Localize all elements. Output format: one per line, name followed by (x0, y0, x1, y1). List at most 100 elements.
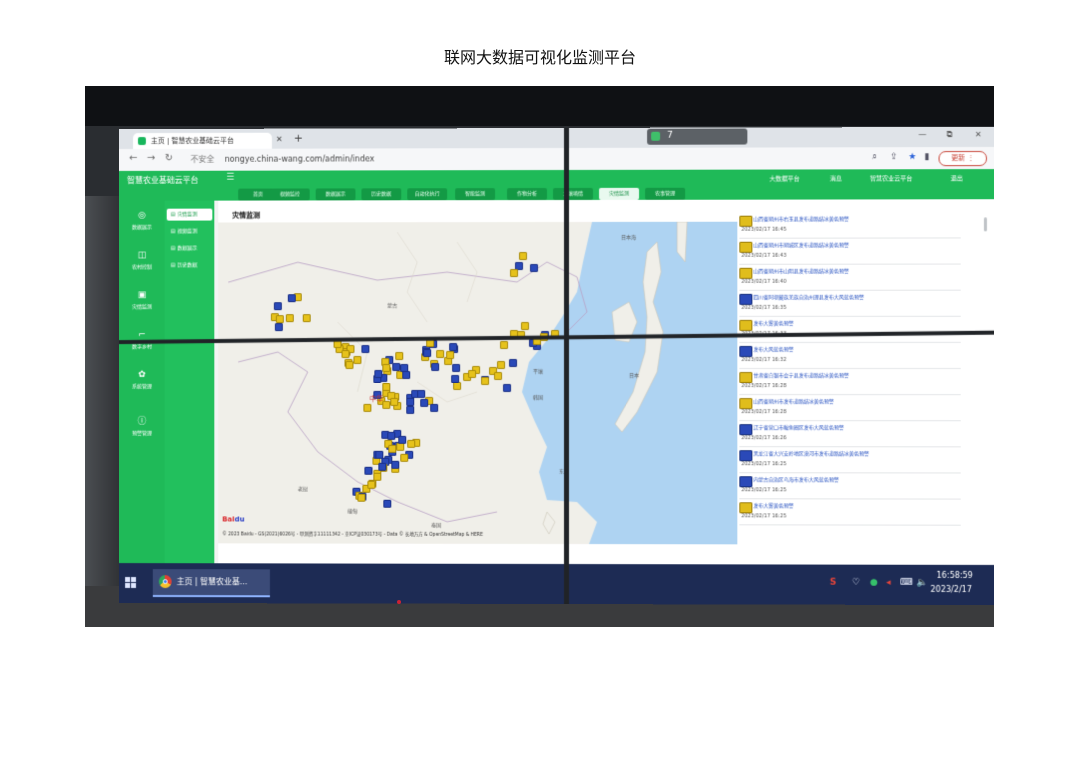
nav-tab-4[interactable]: 自动化执行 (407, 188, 448, 201)
new-tab-button[interactable]: + (294, 132, 303, 145)
warning-marker[interactable] (452, 381, 461, 390)
warning-marker[interactable] (361, 345, 370, 354)
update-button[interactable]: 更新 ⋮ (938, 150, 987, 167)
warning-marker[interactable] (436, 349, 445, 358)
warning-marker[interactable] (423, 349, 432, 358)
close-tab-icon[interactable]: ✕ (276, 135, 283, 144)
warning-marker[interactable] (401, 371, 410, 380)
reload-icon[interactable]: ↻ (165, 153, 173, 164)
nav-tab-8[interactable]: 灾情监测 (599, 187, 640, 200)
sidebar-item-1[interactable]: ◫ 农村控制 (119, 250, 165, 271)
warning-marker[interactable] (345, 360, 354, 369)
warning-marker[interactable] (480, 376, 489, 385)
tray-input-method-icon[interactable]: S (830, 578, 837, 588)
alert-item[interactable]: 四川省阿坝藏族羌族自治州理县发布大风蓝色预警 2023/02/17 16:35 (739, 291, 961, 317)
tray-volume-icon[interactable]: 🔈 (916, 578, 927, 588)
url-field[interactable]: 不安全 nongye.china-wang.com/admin/index (191, 151, 830, 166)
warning-marker[interactable] (519, 252, 528, 261)
warning-marker[interactable] (364, 467, 373, 476)
warning-marker[interactable] (362, 404, 371, 413)
tray-keyboard-icon[interactable]: ⌨ (900, 578, 913, 588)
alert-item[interactable]: 黑龙江省大兴安岭地区漠河市发布道路结冰黄色预警 2023/02/17 16:25 (739, 448, 961, 474)
tray-shield-icon[interactable]: ♡ (852, 578, 860, 588)
warning-marker[interactable] (509, 269, 518, 278)
submenu-item-3[interactable]: ▤ 历史数据 (167, 259, 213, 271)
warning-marker[interactable] (353, 355, 362, 364)
browser-tab[interactable]: 主页 | 智慧农业基础云平台 (133, 132, 272, 150)
warning-marker[interactable] (468, 369, 477, 378)
share-icon[interactable]: ⇪ (890, 152, 898, 162)
header-link-platform[interactable]: 智慧农业云平台 (870, 173, 912, 182)
warning-marker[interactable] (375, 451, 384, 460)
alert-item[interactable]: 辽宁省营口市鲅鱼圈区发布大风蓝色预警 2023/02/17 16:26 (739, 422, 961, 448)
nav-tab-5[interactable]: 智能监测 (455, 188, 496, 201)
nav-tab-7[interactable]: 土壤墒情 (553, 187, 594, 201)
taskbar-browser-app[interactable]: 主页 | 智慧农业基... (152, 569, 270, 598)
alert-list-scrollbar[interactable] (983, 217, 987, 232)
warning-marker[interactable] (452, 363, 461, 372)
tray-arrow-icon[interactable]: ◂ (886, 578, 891, 588)
sidebar-item-0[interactable]: ◎ 数据展示 (119, 211, 165, 231)
forward-icon[interactable]: → (147, 153, 155, 164)
nav-tab-2[interactable]: 数据展示 (315, 188, 356, 201)
restore-button[interactable]: ⧉ (947, 130, 953, 140)
warning-marker[interactable] (400, 453, 409, 462)
warning-marker[interactable] (420, 399, 429, 408)
windows-start-icon[interactable] (125, 577, 136, 588)
warning-marker[interactable] (395, 352, 404, 361)
warning-marker[interactable] (497, 361, 506, 370)
warning-marker[interactable] (448, 342, 457, 351)
warning-marker[interactable] (341, 350, 350, 359)
warning-marker[interactable] (357, 493, 366, 502)
back-icon[interactable]: ← (129, 153, 137, 164)
warning-marker[interactable] (387, 432, 396, 441)
warning-marker[interactable] (395, 443, 404, 452)
sidebar-icon[interactable]: ▮ (924, 152, 929, 162)
header-link-logout[interactable]: 退出 (951, 173, 963, 182)
nav-tab-6[interactable]: 作物分析 (507, 188, 548, 201)
warning-marker[interactable] (407, 439, 416, 448)
warning-marker[interactable] (500, 340, 509, 349)
sidebar-item-4[interactable]: ✿ 系统管理 (119, 370, 165, 390)
baidu-logo[interactable]: Baidu (222, 515, 244, 523)
submenu-item-1[interactable]: ▤ 视频监测 (167, 226, 213, 238)
warning-marker[interactable] (285, 313, 294, 322)
alert-item[interactable]: 山西省朔州市朔城区发布道路结冰黄色预警 2023/02/17 16:43 (739, 239, 961, 265)
warning-marker[interactable] (493, 371, 502, 380)
close-window-button[interactable]: ✕ (975, 130, 982, 139)
alert-item[interactable]: 山西省朔州市发布道路结冰黄色预警 2023/02/17 16:28 (739, 396, 961, 422)
warning-marker[interactable] (275, 323, 284, 332)
warning-marker[interactable] (509, 359, 518, 368)
warning-marker[interactable] (390, 397, 399, 406)
sidebar-item-5[interactable]: ⓘ 预警管理 (119, 414, 165, 437)
alert-item[interactable]: 山西省朔州市右玉县发布道路结冰黄色预警 2023/02/17 16:45 (739, 213, 961, 239)
warning-marker[interactable] (391, 460, 400, 469)
warning-marker[interactable] (392, 363, 401, 372)
header-link-bigdata[interactable]: 大数据平台 (769, 173, 799, 182)
warning-marker[interactable] (406, 397, 415, 406)
disaster-map[interactable]: 蒙古 中华 日本 韩国 日本海 平壤 缅甸 老挝 泰国 东海 Baidu © 2… (218, 221, 738, 545)
warning-marker[interactable] (287, 293, 296, 302)
warning-marker[interactable] (431, 363, 440, 372)
alert-item[interactable]: 发布大雾黄色预警 2023/02/17 16:25 (739, 500, 961, 526)
warning-marker[interactable] (382, 364, 391, 373)
menu-toggle-icon[interactable]: ☰ (226, 173, 234, 183)
taskbar-clock-date[interactable]: 2023/2/17 (930, 585, 971, 594)
warning-marker[interactable] (388, 445, 397, 454)
warning-marker[interactable] (502, 383, 511, 392)
warning-marker[interactable] (430, 403, 439, 412)
alert-item[interactable]: 甘肃省白银市会宁县发布道路结冰黄色预警 2023/02/17 16:28 (739, 370, 961, 396)
warning-marker[interactable] (302, 314, 311, 323)
warning-marker[interactable] (273, 302, 282, 311)
taskbar-clock-time[interactable]: 16:58:59 (937, 571, 973, 580)
warning-marker[interactable] (367, 481, 376, 490)
warning-marker[interactable] (445, 350, 454, 359)
warning-marker[interactable] (383, 499, 392, 508)
warning-marker[interactable] (521, 321, 530, 330)
warning-marker[interactable] (382, 382, 391, 391)
alert-item[interactable]: 山西省朔州市山阴县发布道路结冰黄色预警 2023/02/17 16:40 (739, 265, 961, 291)
submenu-item-2[interactable]: ▤ 数据展示 (167, 242, 213, 254)
nav-tab-1[interactable]: 视频监控 (269, 188, 310, 201)
nav-tab-9[interactable]: 农事管理 (645, 187, 686, 200)
warning-marker[interactable] (406, 406, 415, 415)
